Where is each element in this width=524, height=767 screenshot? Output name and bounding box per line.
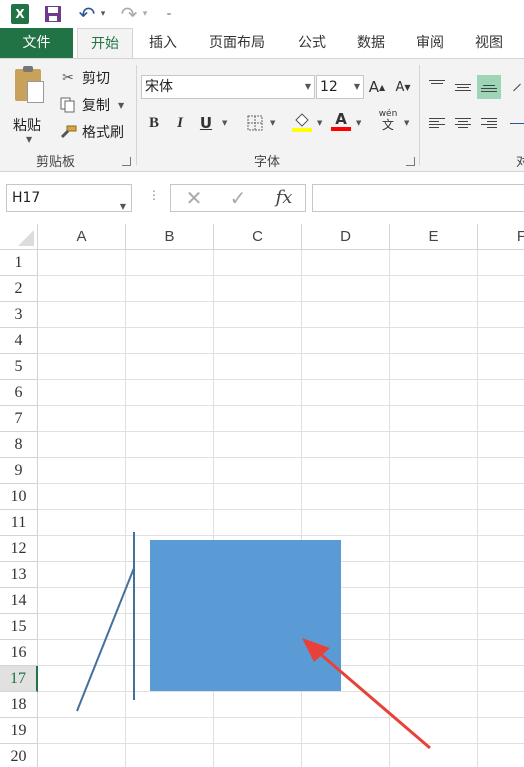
clipboard-icon: [15, 66, 44, 103]
alignment-group-label: 对: [516, 155, 524, 170]
decrease-indent-button[interactable]: [505, 111, 524, 135]
copy-button[interactable]: 复制 ▼: [58, 94, 124, 116]
underline-button[interactable]: U: [196, 111, 216, 135]
customize-qat-icon[interactable]: ₌: [162, 3, 176, 25]
font-group-label: 字体: [254, 155, 281, 170]
undo-dropdown-icon[interactable]: ▾: [98, 3, 108, 25]
group-separator: [419, 65, 420, 165]
cancel-icon[interactable]: ✕: [179, 185, 209, 211]
annotation-arrow-shaft: [317, 650, 431, 750]
scissors-icon: ✂: [62, 70, 74, 86]
chevron-down-icon[interactable]: ▼: [118, 101, 124, 110]
chevron-down-icon[interactable]: ▼: [356, 119, 361, 127]
name-box-value: H17: [12, 190, 41, 206]
redo-icon[interactable]: ↷: [118, 2, 140, 26]
align-top-button[interactable]: [425, 71, 449, 95]
borders-button[interactable]: [244, 111, 266, 135]
insert-function-icon[interactable]: fx: [269, 185, 299, 211]
clipboard-launcher-icon[interactable]: [122, 157, 131, 166]
bold-button[interactable]: B: [144, 111, 164, 135]
tab-home[interactable]: 开始: [77, 28, 133, 59]
shrink-font-button[interactable]: A ▼: [394, 75, 412, 99]
excel-logo-icon: X: [8, 3, 32, 25]
drag-handle-icon[interactable]: ⋮: [148, 188, 160, 202]
paste-label: 粘贴: [13, 118, 41, 134]
tab-formulas[interactable]: 公式: [288, 28, 336, 58]
grow-font-button[interactable]: A ▲: [368, 75, 386, 99]
diagonal-line-shape[interactable]: [76, 567, 135, 712]
align-right-button[interactable]: [477, 111, 501, 135]
cut-label: 剪切: [82, 71, 110, 87]
formula-buttons: ✕ ✓ fx: [170, 184, 306, 212]
group-separator: [136, 65, 137, 165]
format-painter-label: 格式刷: [82, 125, 124, 141]
font-name-select[interactable]: 宋体 ▼: [141, 75, 315, 99]
chevron-down-icon: ▼: [304, 82, 311, 91]
ribbon-tabs: 文件 开始 插入 页面布局 公式 数据 审阅 视图: [0, 28, 524, 59]
fill-color-swatch: [292, 128, 312, 132]
font-name-value: 宋体: [145, 79, 173, 95]
phonetic-guide-button[interactable]: wén 文: [376, 109, 400, 133]
tab-review[interactable]: 审阅: [406, 28, 454, 58]
name-box[interactable]: H17 ▼: [6, 184, 132, 212]
quick-access-toolbar: X ↶ ▾ ↷ ▾ ₌: [0, 0, 524, 28]
paste-button[interactable]: 粘贴 ▼: [8, 66, 50, 144]
paint-bucket-icon: [292, 113, 312, 132]
font-launcher-icon[interactable]: [406, 157, 415, 166]
chevron-down-icon[interactable]: ▼: [404, 119, 409, 127]
worksheet-grid[interactable]: A B C D E F 1 2 3 4 5 6 7 8 9 10 11 12 13 14 15 16 17 18 19 20: [0, 224, 524, 767]
save-icon[interactable]: [42, 3, 64, 25]
chevron-down-icon[interactable]: ▼: [120, 194, 126, 220]
formula-bar: H17 ▼ ⋮ ✕ ✓ fx: [0, 172, 524, 224]
drawing-layer: [76, 532, 431, 750]
copy-icon: [58, 96, 78, 114]
tab-insert[interactable]: 插入: [138, 28, 188, 58]
chevron-down-icon: ▼: [26, 135, 33, 144]
font-size-select[interactable]: 12 ▼: [316, 75, 364, 99]
align-middle-button[interactable]: [451, 75, 475, 99]
undo-icon[interactable]: ↶: [76, 2, 98, 26]
chevron-down-icon: ▼: [353, 82, 360, 91]
paintbrush-icon: [58, 123, 78, 141]
fill-color-button[interactable]: [290, 109, 314, 133]
chevron-down-icon[interactable]: ▼: [270, 119, 275, 127]
redo-dropdown-icon[interactable]: ▾: [140, 3, 150, 25]
chevron-down-icon[interactable]: ▼: [222, 119, 227, 127]
font-color-button[interactable]: A: [330, 109, 352, 133]
align-bottom-button[interactable]: [477, 75, 501, 99]
chevron-down-icon[interactable]: ▼: [317, 119, 322, 127]
orientation-button[interactable]: [505, 75, 524, 99]
borders-icon: [247, 115, 263, 131]
tab-data[interactable]: 数据: [347, 28, 395, 58]
italic-button[interactable]: I: [170, 111, 190, 135]
tab-file[interactable]: 文件: [0, 28, 73, 58]
align-center-button[interactable]: [451, 111, 475, 135]
rectangle-shape[interactable]: [150, 540, 341, 691]
enter-icon[interactable]: ✓: [223, 185, 253, 211]
formula-input[interactable]: [312, 184, 524, 212]
tab-page-layout[interactable]: 页面布局: [198, 28, 276, 58]
align-left-button[interactable]: [425, 111, 449, 135]
tab-view[interactable]: 视图: [465, 28, 513, 58]
cut-button[interactable]: ✂ 剪切: [58, 67, 110, 89]
copy-label: 复制: [82, 98, 110, 114]
format-painter-button[interactable]: 格式刷: [58, 121, 124, 143]
ribbon: 粘贴 ▼ ✂ 剪切 复制 ▼ 格式刷 剪贴板 宋体 ▼ 12 ▼ A ▲ A ▼ B…: [0, 58, 524, 172]
clipboard-group-label: 剪贴板: [36, 155, 76, 170]
font-size-value: 12: [320, 79, 338, 95]
